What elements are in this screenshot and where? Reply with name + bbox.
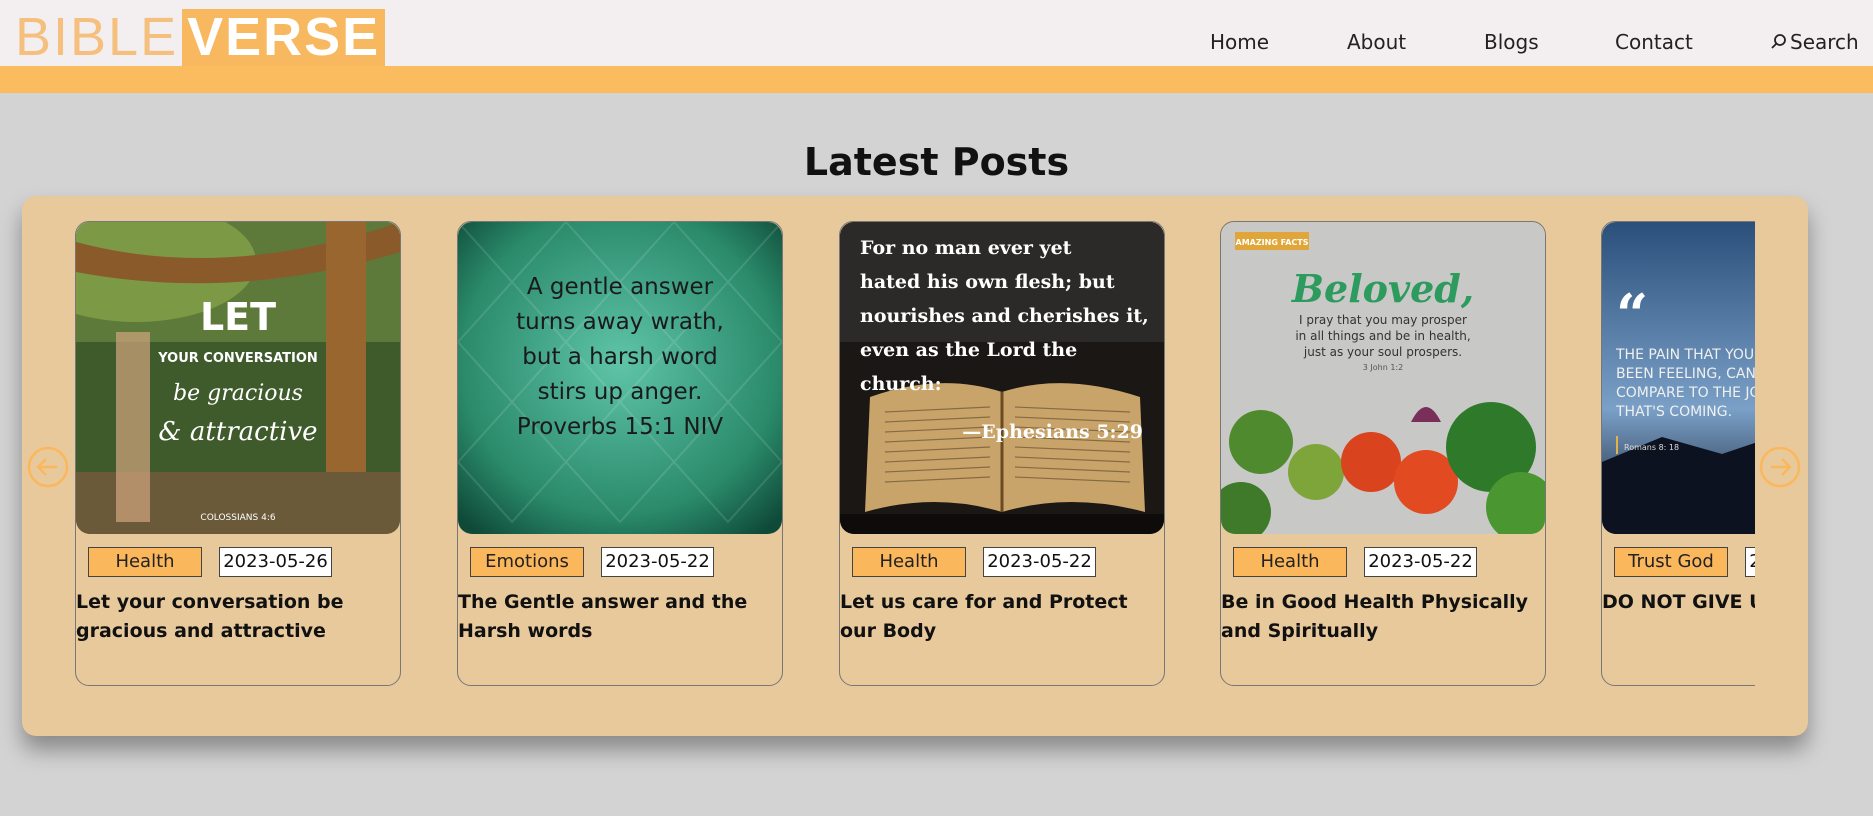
section-title: Latest Posts bbox=[803, 140, 1070, 184]
image-text-line3: nourishes and cherishes it, bbox=[860, 305, 1149, 327]
image-text-line4: stirs up anger. bbox=[538, 379, 703, 405]
nav-search-link[interactable]: Search bbox=[1770, 30, 1859, 54]
image-text-ref: 3 John 1:2 bbox=[1363, 363, 1403, 372]
post-card[interactable]: AMAZING FACTS Beloved, I pray that you m… bbox=[1220, 221, 1546, 686]
image-text-line4: even as the Lord the bbox=[860, 339, 1077, 361]
post-image: For no man ever yet hated his own flesh;… bbox=[840, 222, 1164, 534]
post-category-tag[interactable]: Emotions bbox=[470, 547, 584, 577]
post-date: 2023-05-22 bbox=[1745, 547, 1755, 577]
image-text-line1: THE PAIN THAT YOU'VE bbox=[1615, 347, 1755, 363]
post-date: 2023-05-22 bbox=[983, 547, 1096, 577]
post-image: “ THE PAIN THAT YOU'VE BEEN FEELING, CAN… bbox=[1602, 222, 1755, 534]
post-title[interactable]: DO NOT GIVE UP FIGHTING bbox=[1602, 588, 1755, 617]
post-date: 2023-05-22 bbox=[601, 547, 714, 577]
post-category-tag[interactable]: Health bbox=[852, 547, 966, 577]
post-image: AMAZING FACTS Beloved, I pray that you m… bbox=[1221, 222, 1545, 534]
posts-carousel: LET YOUR CONVERSATION be gracious & attr… bbox=[22, 196, 1808, 736]
accent-bar bbox=[0, 66, 1873, 93]
post-category-tag[interactable]: Health bbox=[88, 547, 202, 577]
arrow-left-circle-icon[interactable] bbox=[27, 446, 69, 488]
image-text-quote: “ bbox=[1616, 282, 1648, 348]
post-card[interactable]: LET YOUR CONVERSATION be gracious & attr… bbox=[75, 221, 401, 686]
image-text-line4: just as your soul prospers. bbox=[1303, 345, 1462, 359]
main-nav: Home About Blogs Contact Search bbox=[0, 30, 1873, 60]
image-text-line3: but a harsh word bbox=[522, 344, 717, 370]
search-icon bbox=[1771, 34, 1786, 49]
image-text-let: LET bbox=[200, 295, 276, 339]
image-text-beloved: Beloved, bbox=[1291, 266, 1474, 311]
nav-contact-link[interactable]: Contact bbox=[1615, 30, 1693, 54]
nav-home-link[interactable]: Home bbox=[1210, 30, 1269, 54]
image-text-line4: THAT'S COMING. bbox=[1615, 404, 1732, 420]
post-category-tag[interactable]: Trust God bbox=[1614, 547, 1728, 577]
image-text-ref: Romans 8: 18 bbox=[1624, 443, 1679, 452]
image-text-line5: church: bbox=[860, 373, 942, 395]
arrow-right-circle-icon[interactable] bbox=[1759, 446, 1801, 488]
post-date: 2023-05-26 bbox=[219, 547, 332, 577]
nav-search-label: Search bbox=[1790, 30, 1859, 54]
carousel-viewport: LET YOUR CONVERSATION be gracious & attr… bbox=[75, 221, 1755, 686]
image-text-ref: —Ephesians 5:29 bbox=[962, 421, 1143, 443]
post-image: A gentle answer turns away wrath, but a … bbox=[458, 222, 782, 534]
image-text-line1: For no man ever yet bbox=[860, 237, 1072, 259]
image-text-line2: hated his own flesh; but bbox=[860, 271, 1115, 293]
post-card[interactable]: A gentle answer turns away wrath, but a … bbox=[457, 221, 783, 686]
image-text-line3: in all things and be in health, bbox=[1295, 329, 1470, 343]
image-text-ref: Proverbs 15:1 NIV bbox=[517, 414, 724, 440]
post-card[interactable]: For no man ever yet hated his own flesh;… bbox=[839, 221, 1165, 686]
image-text-line2: I pray that you may prosper bbox=[1299, 313, 1467, 327]
nav-about-link[interactable]: About bbox=[1347, 30, 1406, 54]
image-text-line2: BEEN FEELING, CAN'T bbox=[1616, 366, 1755, 382]
post-card[interactable]: “ THE PAIN THAT YOU'VE BEEN FEELING, CAN… bbox=[1601, 221, 1755, 686]
post-image: LET YOUR CONVERSATION be gracious & attr… bbox=[76, 222, 400, 534]
post-category-tag[interactable]: Health bbox=[1233, 547, 1347, 577]
nav-blogs-link[interactable]: Blogs bbox=[1484, 30, 1539, 54]
image-text-badge: AMAZING FACTS bbox=[1236, 238, 1309, 247]
post-title[interactable]: Let your conversation be gracious and at… bbox=[76, 588, 396, 646]
image-text-gracious: be gracious bbox=[173, 381, 303, 406]
image-text-ref: COLOSSIANS 4:6 bbox=[200, 513, 275, 523]
post-title[interactable]: Be in Good Health Physically and Spiritu… bbox=[1221, 588, 1541, 646]
image-text-attractive: & attractive bbox=[158, 417, 317, 447]
site-header: BIBLE VERSE Home About Blogs Contact Sea… bbox=[0, 0, 1873, 66]
image-text-line2: turns away wrath, bbox=[516, 309, 724, 335]
post-title[interactable]: Let us care for and Protect our Body bbox=[840, 588, 1160, 646]
image-text-line1: A gentle answer bbox=[527, 274, 714, 300]
image-text-conversation: YOUR CONVERSATION bbox=[157, 351, 318, 366]
post-date: 2023-05-22 bbox=[1364, 547, 1477, 577]
image-text-line3: COMPARE TO THE JOY bbox=[1616, 385, 1755, 401]
post-title[interactable]: The Gentle answer and the Harsh words bbox=[458, 588, 778, 646]
